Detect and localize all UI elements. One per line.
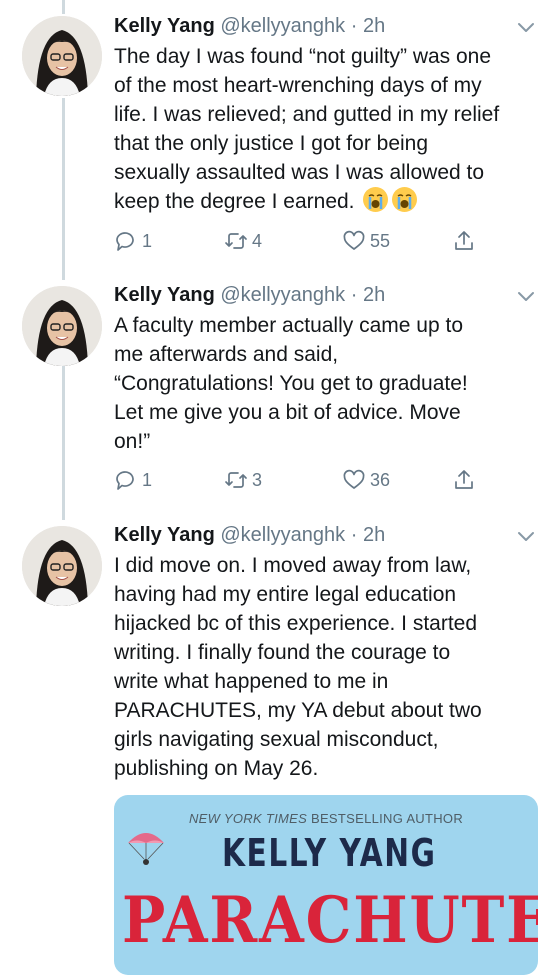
tweet-text: The day I was found “not guilty” was one… <box>114 42 537 216</box>
tweet-line: “Congratulations! You get to graduate! <box>114 372 468 395</box>
retweet-button[interactable]: 4 <box>224 226 262 256</box>
book-title: PARACHUTES <box>122 883 538 958</box>
tweet-line: Let me give you a bit of advice. Move <box>114 401 461 424</box>
like-button[interactable]: 55 <box>342 226 390 256</box>
separator-dot: · <box>350 524 358 546</box>
user-handle[interactable]: @kellyyanghk <box>220 15 345 37</box>
tweet-line: I did move on. I moved away from law, <box>114 554 472 577</box>
display-name[interactable]: Kelly Yang <box>114 524 215 546</box>
like-icon <box>343 230 365 250</box>
retweet-count: 4 <box>252 230 263 251</box>
retweet-icon <box>225 472 247 488</box>
tweet-line: girls navigating sexual misconduct, <box>114 728 439 751</box>
tweet-line: PARACHUTES, my YA debut about two <box>114 699 482 722</box>
avatar[interactable] <box>22 526 102 606</box>
tweet-text: I did move on. I moved away from law, ha… <box>114 551 537 783</box>
tweet-header: Kelly Yang @kellyyanghk · 2h <box>114 12 537 40</box>
tweet-line: life. I was relieved; and gutted in my r… <box>114 103 500 126</box>
like-count: 55 <box>370 230 391 251</box>
book-cover-image[interactable]: NEW YORK TIMES BESTSELLING AUTHOR KELLY … <box>114 795 538 975</box>
tweet-line: of the most heart-wrenching days of my <box>114 74 482 97</box>
share-icon <box>455 231 473 250</box>
book-tagline: NEW YORK TIMES BESTSELLING AUTHOR <box>114 811 538 826</box>
tweet-line: having had my entire legal education <box>114 583 457 606</box>
book-tag-rest: BESTSELLING AUTHOR <box>307 811 464 826</box>
chevron-down-icon[interactable] <box>515 525 537 547</box>
tweet-line: write what happened to me in <box>114 670 389 693</box>
tweet-line-text: keep the degree I earned. <box>114 190 355 213</box>
chevron-down-icon[interactable] <box>515 285 537 307</box>
reply-icon <box>116 471 134 490</box>
tweet-line: The day I was found “not guilty” was one <box>114 45 492 68</box>
tweet[interactable]: Kelly Yang @kellyyanghk · 2h The day I w… <box>0 0 555 280</box>
user-handle[interactable]: @kellyyanghk <box>220 524 345 546</box>
tweet-line: sexually assaulted was I was allowed to <box>114 161 485 184</box>
avatar-image <box>22 286 102 366</box>
tweet[interactable]: Kelly Yang @kellyyanghk · 2h A faculty m… <box>0 280 555 520</box>
retweet-icon <box>225 233 247 249</box>
book-author: KELLY YANG <box>222 831 437 875</box>
tweet-line: A faculty member actually came up to <box>114 314 463 337</box>
like-icon <box>343 469 365 489</box>
tweet-line: that the only justice I got for being <box>114 132 429 155</box>
reply-count: 1 <box>142 230 153 251</box>
tweet-line: keep the degree I earned. <box>114 187 537 216</box>
display-name[interactable]: Kelly Yang <box>114 15 215 37</box>
like-button[interactable]: 36 <box>342 465 390 495</box>
display-name[interactable]: Kelly Yang <box>114 284 215 306</box>
separator-dot: · <box>350 15 358 37</box>
share-button[interactable] <box>452 226 476 256</box>
like-count: 36 <box>370 469 391 490</box>
loudly-crying-face-icon <box>391 187 417 212</box>
tweet-line: hijacked bc of this experience. I starte… <box>114 612 478 635</box>
reply-count: 1 <box>142 469 153 490</box>
avatar[interactable] <box>22 286 102 366</box>
timestamp[interactable]: 2h <box>363 284 385 306</box>
book-tag-italic: NEW YORK TIMES <box>188 811 308 826</box>
timestamp[interactable]: 2h <box>363 15 385 37</box>
user-handle[interactable]: @kellyyanghk <box>220 284 345 306</box>
reply-button[interactable]: 1 <box>114 465 152 495</box>
avatar-image <box>22 16 102 96</box>
tweet-line: on!” <box>114 430 151 453</box>
loudly-crying-face-icon <box>362 187 388 212</box>
reply-icon <box>116 232 134 251</box>
separator-dot: · <box>350 284 358 306</box>
tweet-line: writing. I finally found the courage to <box>114 641 451 664</box>
tweet-text: A faculty member actually came up to me … <box>114 311 537 456</box>
timestamp[interactable]: 2h <box>363 524 385 546</box>
tweet-line: publishing on May 26. <box>114 757 319 780</box>
share-icon <box>455 470 473 489</box>
avatar-image <box>22 526 102 606</box>
tweet-actions: 1 4 55 <box>114 226 474 256</box>
reply-button[interactable]: 1 <box>114 226 152 256</box>
retweet-count: 3 <box>252 469 263 490</box>
tweet-header: Kelly Yang @kellyyanghk · 2h <box>114 521 537 549</box>
tweet-header: Kelly Yang @kellyyanghk · 2h <box>114 281 537 309</box>
chevron-down-icon[interactable] <box>515 16 537 38</box>
parachute-icon <box>128 833 164 865</box>
avatar[interactable] <box>22 16 102 96</box>
tweet-actions: 1 3 36 <box>114 465 474 495</box>
tweet-line: me afterwards and said, <box>114 343 339 366</box>
retweet-button[interactable]: 3 <box>224 465 262 495</box>
share-button[interactable] <box>452 465 476 495</box>
